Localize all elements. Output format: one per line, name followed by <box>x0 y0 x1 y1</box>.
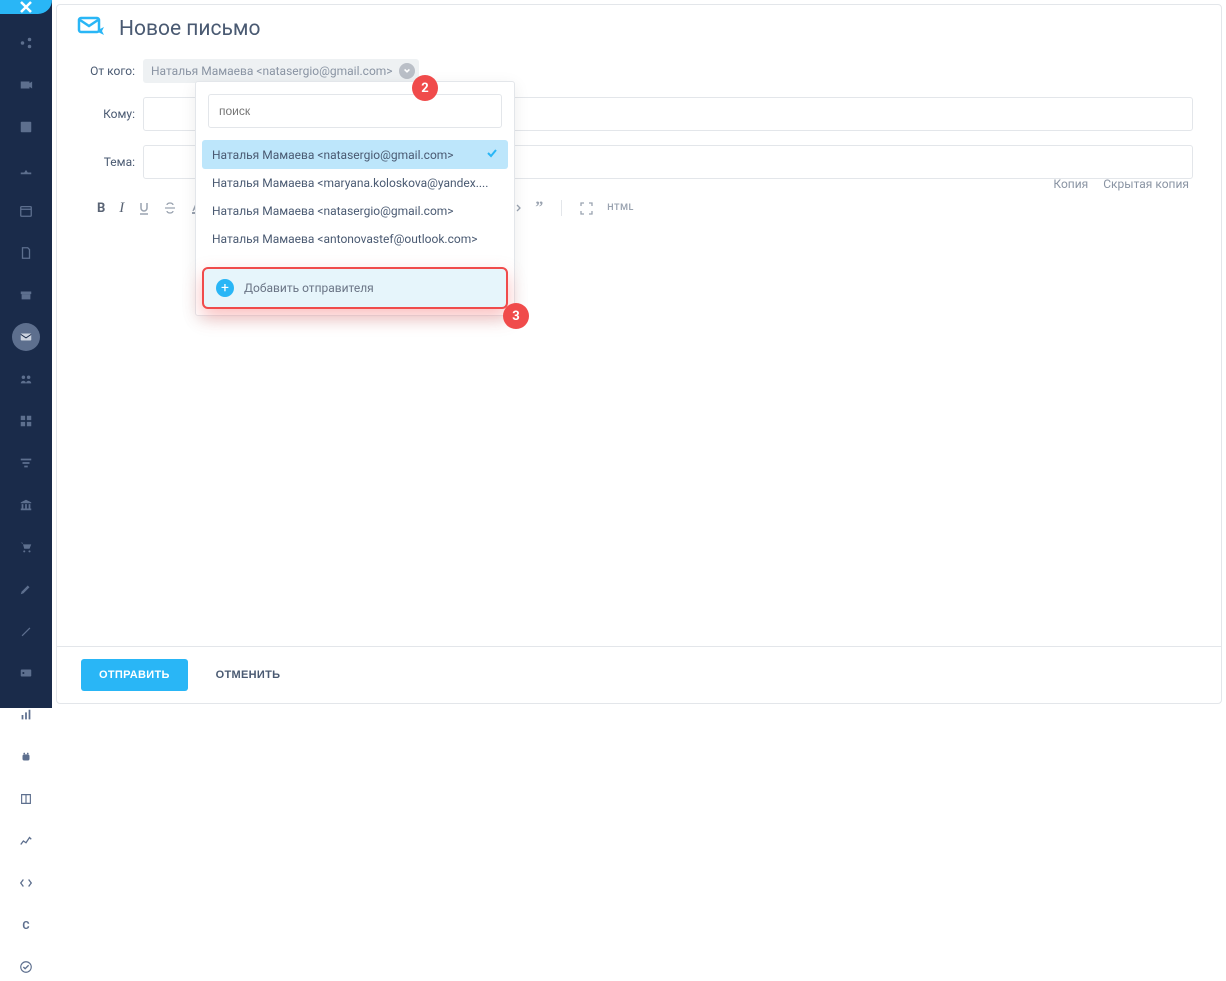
quote-button[interactable]: ” <box>535 199 543 217</box>
sender-option[interactable]: Наталья Мамаева <antonovastef@outlook.co… <box>202 225 508 253</box>
cancel-button[interactable]: ОТМЕНИТЬ <box>198 659 299 691</box>
main-panel: Новое письмо От кого: Наталья Мамаева <n… <box>56 4 1222 704</box>
to-label: Кому: <box>85 107 143 121</box>
sender-option[interactable]: Наталья Мамаева <natasergio@gmail.com> <box>202 197 508 225</box>
sidebar-item-book[interactable] <box>12 785 40 813</box>
sender-search-input[interactable] <box>208 94 502 128</box>
from-selector[interactable]: Наталья Мамаева <natasergio@gmail.com> <box>143 59 419 83</box>
html-button[interactable]: HTML <box>607 203 634 213</box>
annotation-badge-3: 3 <box>503 303 529 329</box>
underline-button[interactable] <box>138 201 150 215</box>
toolbar-separator-3 <box>561 200 562 216</box>
plus-icon: + <box>216 279 234 297</box>
from-dropdown-toggle[interactable] <box>399 63 415 79</box>
sender-dropdown: Наталья Мамаева <natasergio@gmail.com> Н… <box>195 81 515 316</box>
sidebar-item-archive[interactable] <box>12 281 40 309</box>
from-value: Наталья Мамаева <natasergio@gmail.com> <box>151 64 393 78</box>
sidebar-item-2[interactable] <box>12 71 40 99</box>
page-title: Новое письмо <box>119 17 260 41</box>
check-icon <box>486 147 498 162</box>
compose-form: От кого: Наталья Мамаева <natasergio@gma… <box>57 51 1221 225</box>
close-icon <box>19 0 33 14</box>
sender-option[interactable]: Наталья Мамаева <maryana.koloskova@yande… <box>202 169 508 197</box>
sidebar-item-document[interactable] <box>12 239 40 267</box>
cc-link[interactable]: Копия <box>1053 177 1088 191</box>
bcc-link[interactable]: Скрытая копия <box>1103 177 1189 191</box>
sidebar-item-stats[interactable] <box>12 701 40 729</box>
sidebar-item-calendar[interactable] <box>12 197 40 225</box>
sidebar-item-android[interactable] <box>12 743 40 771</box>
sidebar-items: C <box>12 29 40 981</box>
sidebar-item-4[interactable] <box>12 155 40 183</box>
strike-button[interactable] <box>164 202 176 214</box>
bold-button[interactable]: B <box>97 201 105 216</box>
sidebar-item-pen[interactable] <box>12 617 40 645</box>
add-sender-button[interactable]: + Добавить отправителя <box>202 267 508 309</box>
sidebar-item-edit[interactable] <box>12 575 40 603</box>
sender-search-wrap <box>208 94 502 128</box>
subject-label: Тема: <box>85 155 143 169</box>
sidebar-item-chart[interactable] <box>12 827 40 855</box>
page-header: Новое письмо <box>57 5 1221 51</box>
sidebar-item-card[interactable] <box>12 659 40 687</box>
sidebar-item-bank[interactable] <box>12 491 40 519</box>
from-row: От кого: Наталья Мамаева <natasergio@gma… <box>85 59 1193 83</box>
left-sidebar: C <box>0 0 52 708</box>
send-button[interactable]: ОТПРАВИТЬ <box>81 659 188 691</box>
add-sender-label: Добавить отправителя <box>244 281 374 295</box>
footer: ОТПРАВИТЬ ОТМЕНИТЬ <box>57 646 1221 703</box>
sidebar-item-code[interactable] <box>12 869 40 897</box>
annotation-badge-2: 2 <box>412 75 438 101</box>
sidebar-item-grid[interactable] <box>12 407 40 435</box>
sender-option[interactable]: Наталья Мамаева <natasergio@gmail.com> <box>202 140 508 169</box>
sidebar-item-3[interactable] <box>12 113 40 141</box>
mail-send-icon <box>77 15 107 43</box>
sidebar-item-1[interactable] <box>12 29 40 57</box>
sidebar-close-button[interactable] <box>0 0 52 14</box>
sidebar-item-check[interactable] <box>12 953 40 981</box>
chevron-down-icon <box>403 67 411 75</box>
fullscreen-button[interactable] <box>580 202 593 215</box>
from-label: От кого: <box>85 64 143 78</box>
sidebar-item-users[interactable] <box>12 365 40 393</box>
italic-button[interactable]: I <box>119 200 124 217</box>
sidebar-item-letter[interactable]: C <box>12 911 40 939</box>
sidebar-item-cart[interactable] <box>12 533 40 561</box>
sidebar-item-filter[interactable] <box>12 449 40 477</box>
sender-option-list: Наталья Мамаева <natasergio@gmail.com> Н… <box>196 136 514 259</box>
sidebar-item-mail[interactable] <box>12 323 40 351</box>
